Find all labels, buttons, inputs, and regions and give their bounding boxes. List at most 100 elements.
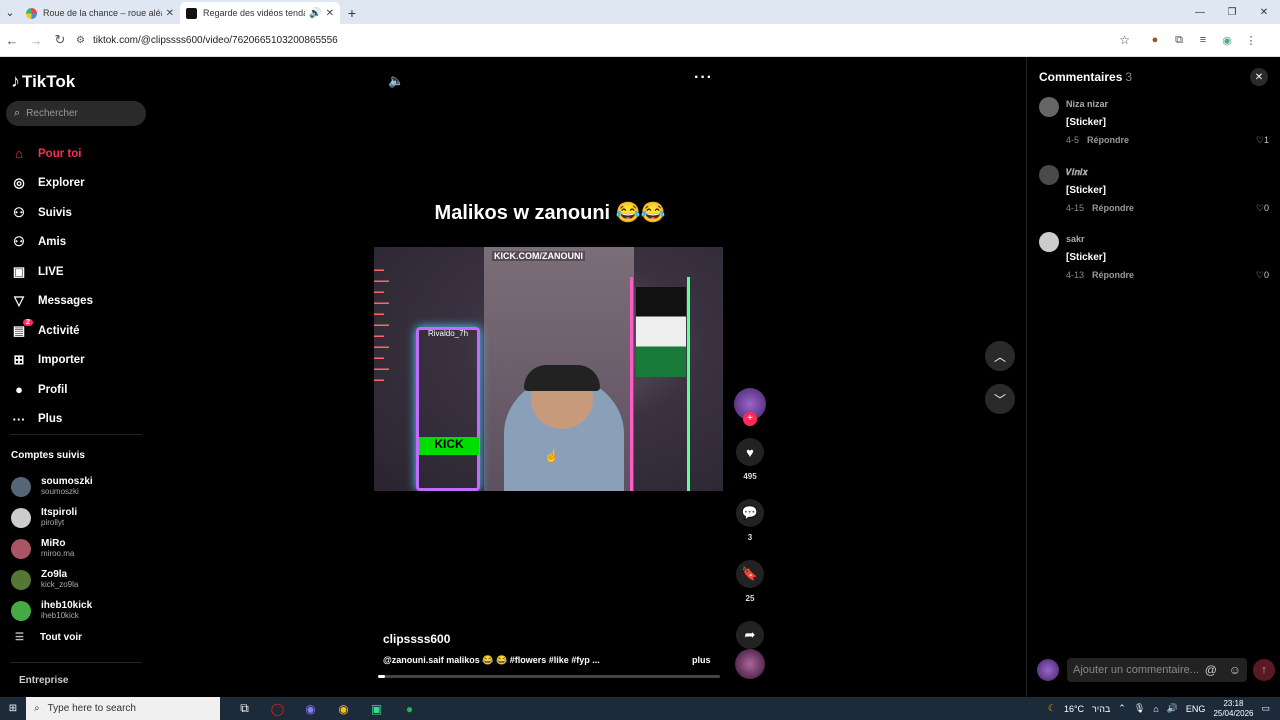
new-tab-button[interactable]: +: [340, 2, 364, 24]
sidebar-item-suivis[interactable]: ⚇ Suivis: [10, 198, 93, 228]
commenter-name[interactable]: Niza nizar: [1066, 99, 1108, 109]
close-tab-icon[interactable]: ✕: [166, 8, 174, 19]
sidebar-item-explorer[interactable]: ◎ Explorer: [10, 169, 93, 199]
sidebar-item-profil[interactable]: ● Profil: [10, 375, 93, 405]
close-window-button[interactable]: ✕: [1248, 0, 1280, 24]
reload-icon[interactable]: ↻: [48, 28, 72, 52]
spotify-icon[interactable]: ●: [393, 697, 426, 720]
account-text: MiRo miroo.ma: [41, 539, 74, 559]
reply-button[interactable]: Répondre: [1092, 203, 1134, 213]
sidebar-item-messages[interactable]: ▽ Messages: [10, 287, 93, 317]
comment-icon[interactable]: 💬: [736, 499, 764, 527]
comment-like[interactable]: ♡0: [1256, 203, 1269, 214]
mention-icon[interactable]: @: [1205, 663, 1217, 677]
more-options-icon[interactable]: ···: [694, 69, 713, 87]
send-comment-button[interactable]: ↑: [1253, 658, 1275, 681]
opera-icon[interactable]: ◯: [261, 697, 294, 720]
clock[interactable]: 23:18 25/04/2026: [1213, 699, 1253, 719]
clock-date: 25/04/2026: [1213, 708, 1254, 718]
followed-account[interactable]: soumoszki soumoszki: [11, 471, 93, 502]
comment-like[interactable]: ♡1: [1256, 135, 1269, 146]
chrome-menu-icon[interactable]: ⋮: [1242, 31, 1260, 49]
reply-button[interactable]: Répondre: [1092, 270, 1134, 280]
sidebar-item-importer[interactable]: ⊞ Importer: [10, 346, 93, 376]
heart-outline-icon: ♡: [1255, 135, 1264, 145]
close-tab-icon[interactable]: ✕: [326, 8, 334, 19]
volume-icon[interactable]: 🔊: [1167, 703, 1178, 714]
minimize-button[interactable]: —: [1184, 0, 1216, 24]
sidebar-item-plus[interactable]: ··· Plus: [10, 405, 93, 435]
search-input[interactable]: ⌕ Rechercher: [6, 101, 146, 126]
url-field[interactable]: ⚙ tiktok.com/@clipssss600/video/76206651…: [76, 28, 1136, 52]
extension-icon[interactable]: ●: [1146, 31, 1164, 49]
sound-icon[interactable]: 🔈: [388, 73, 404, 89]
followed-account[interactable]: MiRo miroo.ma: [11, 533, 93, 564]
follow-plus-icon[interactable]: +: [743, 412, 757, 426]
like-action[interactable]: ♥ 495: [733, 438, 767, 481]
language-indicator[interactable]: ENG: [1186, 704, 1206, 714]
sidebar-item-activit[interactable]: ▤ Activité 2: [10, 316, 93, 346]
tiktok-logo[interactable]: ♪ TikTok: [11, 71, 75, 92]
action-bar: + ♥ 495 💬 3 🔖 25 ➦ 46: [733, 388, 767, 664]
comment-like[interactable]: ♡0: [1256, 270, 1269, 281]
description-more-button[interactable]: plus: [692, 655, 711, 665]
sidebar-item-live[interactable]: ▣ LIVE: [10, 257, 93, 287]
discord-icon[interactable]: ◉: [294, 697, 327, 720]
followed-account[interactable]: iheb10kick iheb10kick: [11, 595, 93, 626]
video-progress-bar[interactable]: [378, 675, 720, 678]
commenter-name[interactable]: sakr: [1066, 234, 1085, 244]
see-all-button[interactable]: ☰ Tout voir: [15, 632, 82, 643]
friends-icon: ⚇: [13, 234, 25, 250]
next-video-button[interactable]: ﹀: [985, 384, 1015, 414]
commenter-avatar[interactable]: [1039, 97, 1059, 117]
notifications-icon[interactable]: ▭: [1261, 703, 1270, 714]
followed-account[interactable]: Itspiroli pirollyt: [11, 502, 93, 533]
browser-tab[interactable]: Roue de la chance – roue aléatoire ✕: [20, 2, 180, 24]
tray-chevron-icon[interactable]: ⌃: [1118, 703, 1126, 714]
app-icon[interactable]: ▣: [360, 697, 393, 720]
sidebar-item-pourtoi[interactable]: ⌂ Pour toi: [10, 139, 93, 169]
bookmark-star-icon[interactable]: ☆: [1119, 33, 1130, 47]
speaker-tab-icon[interactable]: 🔊: [309, 8, 321, 19]
microphone-icon[interactable]: 🎙: [1134, 703, 1145, 714]
maximize-button[interactable]: ❐: [1216, 0, 1248, 24]
music-disc-icon[interactable]: [735, 649, 765, 679]
network-icon[interactable]: ⌂: [1153, 704, 1158, 714]
sidebar-item-amis[interactable]: ⚇ Amis: [10, 228, 93, 258]
browser-tab-active[interactable]: Regarde des vidéos tendances 🔊 ✕: [180, 2, 340, 24]
commenter-name[interactable]: 𝑽𝒊𝒏𝒊𝒙: [1066, 167, 1088, 178]
weather-temp[interactable]: 16°C: [1064, 704, 1084, 714]
windows-start-icon[interactable]: ⊞: [0, 697, 26, 720]
comment-input[interactable]: Ajouter un commentaire... @ ☺: [1067, 657, 1247, 682]
chrome-icon[interactable]: ◉: [327, 697, 360, 720]
reply-button[interactable]: Répondre: [1087, 135, 1129, 145]
tab-search-icon[interactable]: ⌄: [0, 0, 20, 24]
previous-video-button[interactable]: ︿: [985, 341, 1015, 371]
commenter-avatar[interactable]: [1039, 232, 1059, 252]
taskbar-search-input[interactable]: ⌕ Type here to search: [26, 697, 220, 720]
creator-avatar[interactable]: +: [734, 388, 766, 426]
followed-account[interactable]: Zo9la kick_zo9la: [11, 564, 93, 595]
bookmark-icon[interactable]: 🔖: [736, 560, 764, 588]
puzzle-icon[interactable]: ⧉: [1170, 31, 1188, 49]
forward-icon[interactable]: →: [24, 28, 48, 52]
commenter-avatar[interactable]: [1039, 165, 1059, 185]
account-name: Zo9la: [41, 569, 68, 580]
task-view-icon[interactable]: ⧉: [228, 697, 261, 720]
heart-icon[interactable]: ♥: [736, 438, 764, 466]
emoji-icon[interactable]: ☺: [1229, 663, 1241, 677]
media-control-icon[interactable]: ≡: [1194, 31, 1212, 49]
sidebar-item-label: Pour toi: [38, 147, 82, 160]
heart-outline-icon: ♡: [1255, 270, 1264, 280]
my-avatar: [1037, 658, 1059, 681]
close-comments-icon[interactable]: ✕: [1250, 68, 1268, 86]
comment-action[interactable]: 💬 3: [733, 499, 767, 542]
business-link[interactable]: Entreprise: [19, 675, 68, 686]
share-icon[interactable]: ➦: [736, 621, 764, 649]
save-action[interactable]: 🔖 25: [733, 560, 767, 603]
video-author[interactable]: clipssss600: [383, 632, 450, 646]
back-icon[interactable]: ←: [0, 28, 24, 52]
profile-avatar-icon[interactable]: ◉: [1218, 31, 1236, 49]
following-list: soumoszki soumoszki Itspiroli pirollyt MiRo m…: [11, 471, 93, 626]
site-info-icon[interactable]: ⚙: [76, 35, 85, 46]
